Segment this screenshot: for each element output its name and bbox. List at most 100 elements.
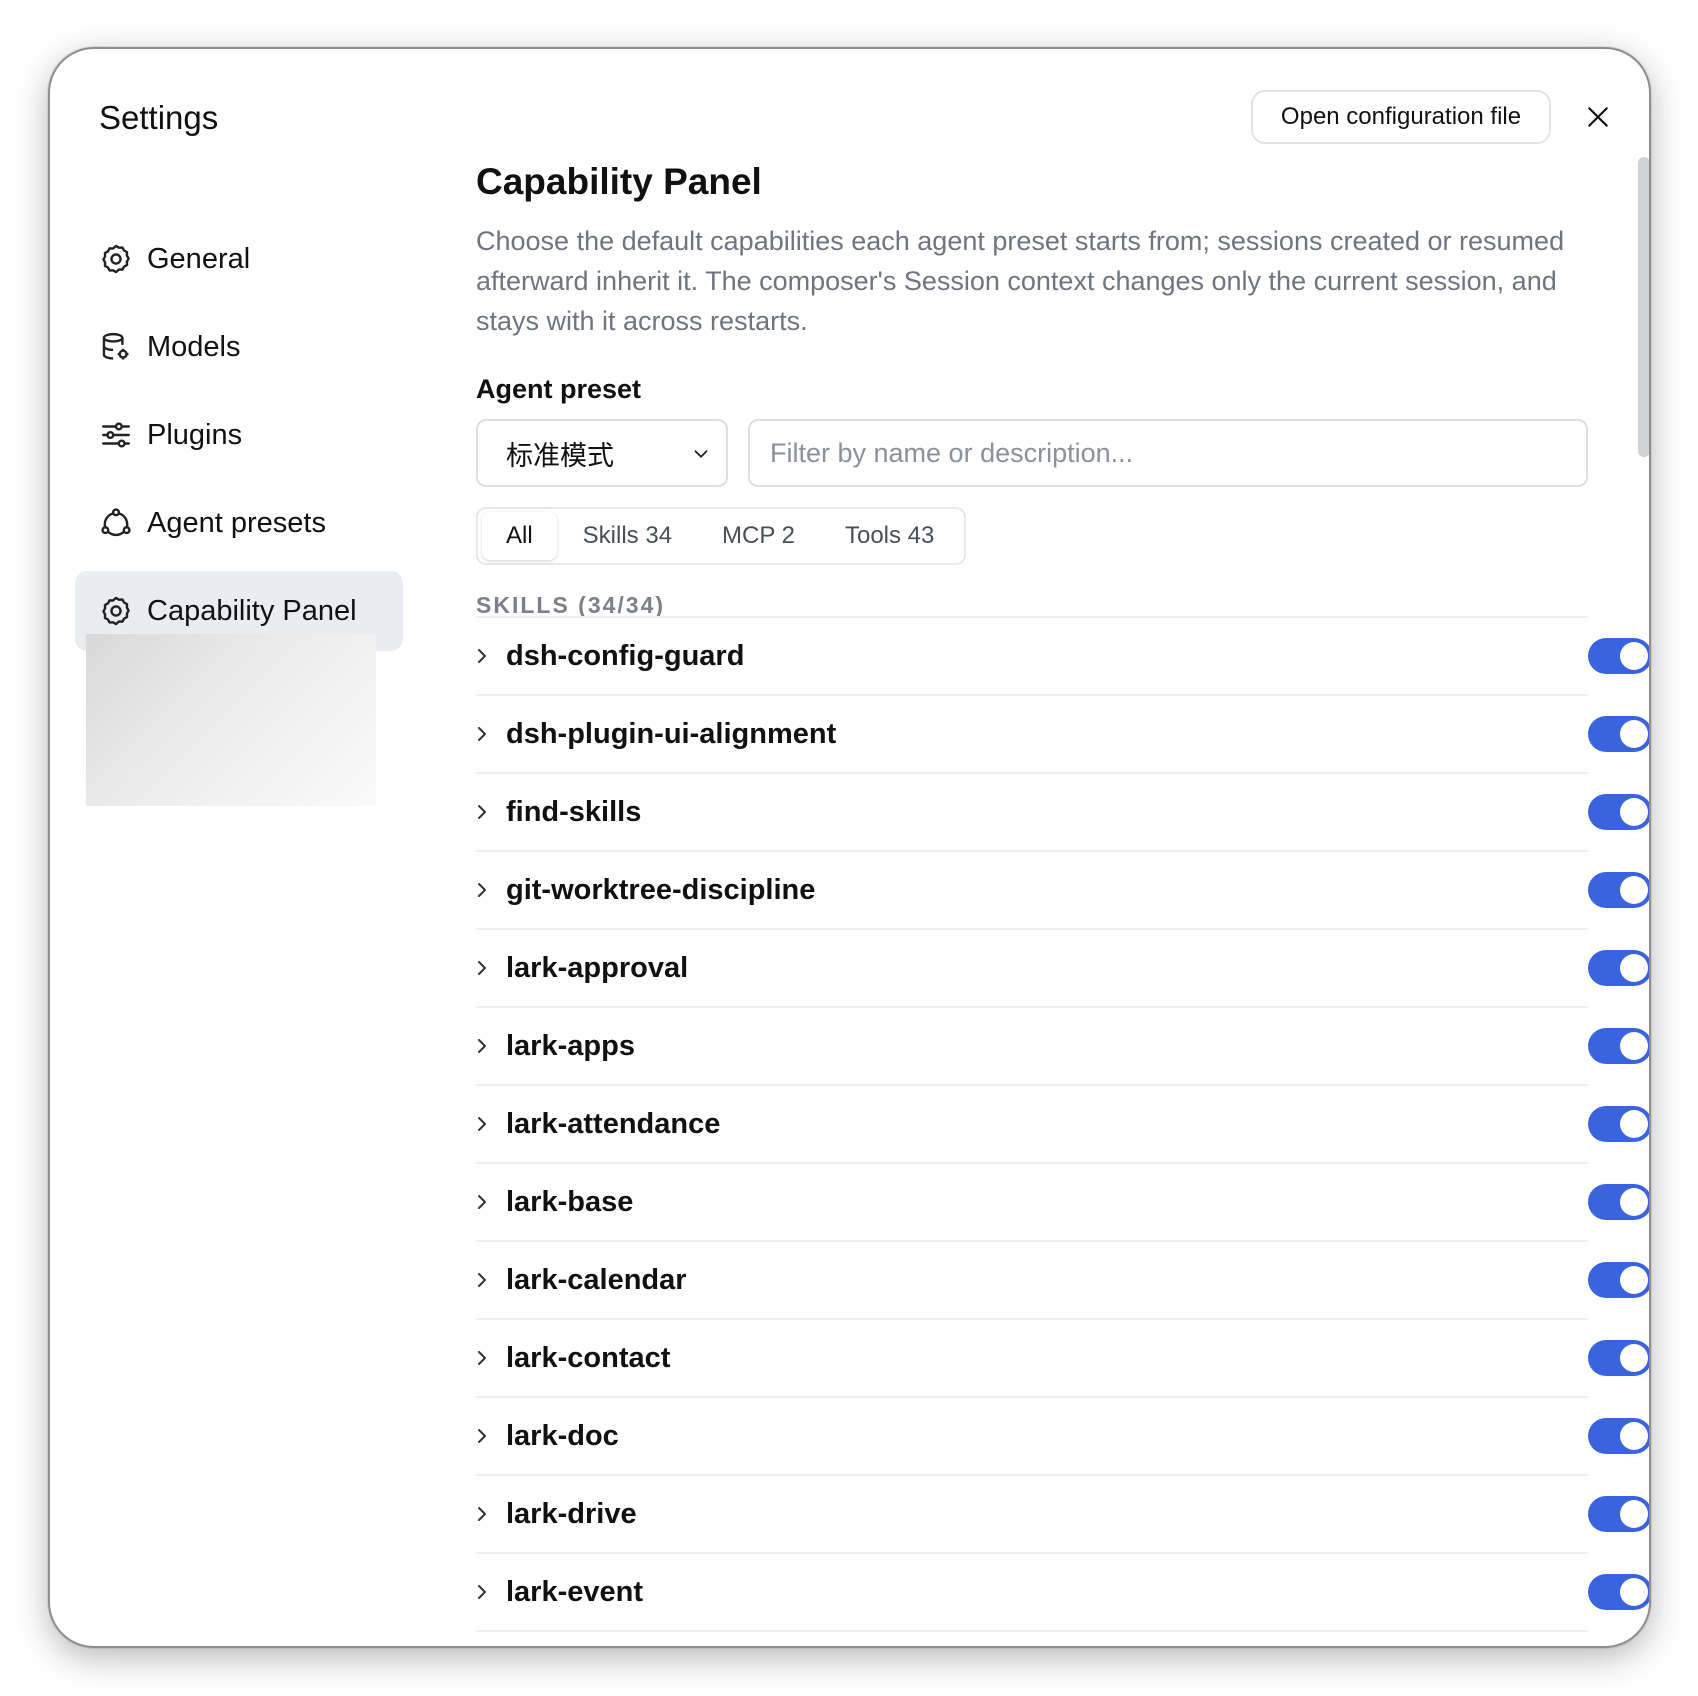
settings-dialog: Settings General Models Plugins Agent pr…: [48, 47, 1651, 1648]
skills-list: dsh-config-guard dsh-plugin-ui-alignment…: [476, 616, 1649, 1632]
skill-toggle[interactable]: [1588, 1340, 1649, 1376]
page-title: Capability Panel: [476, 161, 762, 202]
chevron-right-icon[interactable]: [472, 1580, 492, 1604]
chevron-right-icon[interactable]: [472, 1112, 492, 1136]
skill-name: lark-apps: [506, 1029, 635, 1062]
skill-row: find-skills: [476, 774, 1649, 852]
sidebar-item-plugins[interactable]: Plugins: [75, 395, 403, 475]
skill-row: lark-base: [476, 1164, 1649, 1242]
sliders-icon: [99, 418, 133, 452]
skill-name: lark-calendar: [506, 1263, 687, 1296]
toggle-knob: [1620, 1500, 1648, 1528]
skill-row: lark-approval: [476, 930, 1649, 1008]
chevron-down-icon: [694, 450, 708, 458]
skill-toggle[interactable]: [1588, 716, 1649, 752]
skill-toggle[interactable]: [1588, 872, 1649, 908]
skill-name: dsh-plugin-ui-alignment: [506, 717, 837, 750]
skill-toggle[interactable]: [1588, 950, 1649, 986]
toggle-knob: [1620, 1422, 1648, 1450]
sidebar-item-label: Models: [147, 330, 241, 363]
toggle-knob: [1620, 876, 1648, 904]
chevron-right-icon[interactable]: [472, 1190, 492, 1214]
toggle-knob: [1620, 1266, 1648, 1294]
agent-cycle-icon: [99, 506, 133, 540]
skill-name: lark-base: [506, 1185, 634, 1218]
sidebar-item-label: General: [147, 242, 251, 275]
skill-row: lark-event: [476, 1554, 1649, 1632]
chevron-right-icon[interactable]: [472, 956, 492, 980]
skill-toggle[interactable]: [1588, 1184, 1649, 1220]
skill-name: lark-contact: [506, 1341, 671, 1374]
toggle-knob: [1620, 1188, 1648, 1216]
agent-preset-value: 标准模式: [506, 440, 614, 472]
sidebar-item-label: Agent presets: [147, 506, 326, 539]
chevron-right-icon[interactable]: [472, 1346, 492, 1370]
dialog-title: Settings: [99, 99, 219, 136]
skill-row: lark-calendar: [476, 1242, 1649, 1320]
main-content: Capability Panel Choose the default capa…: [476, 49, 1649, 1646]
skill-toggle[interactable]: [1588, 1496, 1649, 1532]
agent-preset-select[interactable]: 标准模式: [476, 419, 728, 487]
chevron-right-icon[interactable]: [472, 800, 492, 824]
page-description: Choose the default capabilities each age…: [476, 226, 1565, 336]
skill-row: lark-apps: [476, 1008, 1649, 1086]
toggle-knob: [1620, 1032, 1648, 1060]
toggle-knob: [1620, 798, 1648, 826]
toggle-knob: [1620, 1344, 1648, 1372]
skill-name: find-skills: [506, 795, 642, 828]
sidebar-item-general[interactable]: General: [75, 219, 403, 299]
chevron-right-icon[interactable]: [472, 1424, 492, 1448]
skill-row: git-worktree-discipline: [476, 852, 1649, 930]
sidebar-item-label: Plugins: [147, 418, 243, 451]
gear-icon: [99, 242, 133, 276]
chevron-right-icon[interactable]: [472, 1268, 492, 1292]
chevron-right-icon[interactable]: [472, 1034, 492, 1058]
sidebar-item-models[interactable]: Models: [75, 307, 403, 387]
skill-toggle[interactable]: [1588, 638, 1649, 674]
skill-name: dsh-config-guard: [506, 639, 745, 672]
toggle-knob: [1620, 954, 1648, 982]
skill-row: dsh-plugin-ui-alignment: [476, 696, 1649, 774]
tab-tools[interactable]: Tools 43: [821, 512, 958, 560]
skill-toggle[interactable]: [1588, 1106, 1649, 1142]
skills-section-header: SKILLS (34/34): [476, 592, 666, 618]
skill-row: lark-drive: [476, 1476, 1649, 1554]
skill-toggle[interactable]: [1588, 1028, 1649, 1064]
skill-toggle[interactable]: [1588, 1418, 1649, 1454]
database-gear-icon: [99, 330, 133, 364]
chevron-right-icon[interactable]: [472, 1502, 492, 1526]
skill-toggle[interactable]: [1588, 794, 1649, 830]
filter-input[interactable]: [748, 419, 1588, 487]
skill-toggle[interactable]: [1588, 1574, 1649, 1610]
scrollbar[interactable]: [1638, 157, 1649, 457]
toggle-knob: [1620, 1110, 1648, 1138]
skill-row: lark-doc: [476, 1398, 1649, 1476]
tab-mcp[interactable]: MCP 2: [698, 512, 819, 560]
sidebar-item-agent-presets[interactable]: Agent presets: [75, 483, 403, 563]
sidebar-item-label: Capability Panel: [147, 594, 357, 627]
skill-name: lark-event: [506, 1575, 644, 1608]
preview-image: [86, 634, 376, 806]
chevron-right-icon[interactable]: [472, 722, 492, 746]
skill-name: git-worktree-discipline: [506, 873, 816, 906]
gear-icon: [99, 594, 133, 628]
tab-all[interactable]: All: [482, 512, 557, 560]
skill-name: lark-doc: [506, 1419, 619, 1452]
toggle-knob: [1620, 1578, 1648, 1606]
chevron-right-icon[interactable]: [472, 878, 492, 902]
chevron-right-icon[interactable]: [472, 644, 492, 668]
skill-toggle[interactable]: [1588, 1262, 1649, 1298]
skill-name: lark-drive: [506, 1497, 637, 1530]
skill-row: lark-attendance: [476, 1086, 1649, 1164]
sidebar: Settings General Models Plugins Agent pr…: [50, 49, 480, 1646]
skill-row: dsh-config-guard: [476, 618, 1649, 696]
capability-tabs: All Skills 34 MCP 2 Tools 43: [476, 507, 967, 565]
toggle-knob: [1620, 720, 1648, 748]
sidebar-nav: General Models Plugins Agent presets Cap…: [75, 219, 403, 659]
tab-skills[interactable]: Skills 34: [559, 512, 696, 560]
skill-name: lark-approval: [506, 951, 689, 984]
skill-name: lark-attendance: [506, 1107, 721, 1140]
skill-row: lark-contact: [476, 1320, 1649, 1398]
agent-preset-label: Agent preset: [476, 374, 642, 404]
toggle-knob: [1620, 642, 1648, 670]
